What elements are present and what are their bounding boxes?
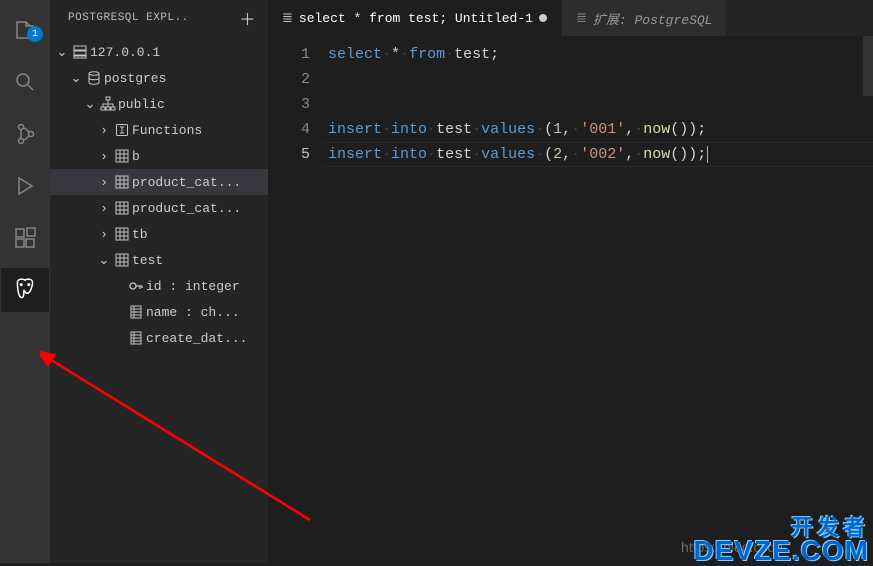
scroll-thumb[interactable] (863, 36, 873, 96)
tree-table[interactable]: › tb (50, 221, 268, 247)
chevron-down-icon: ⌄ (96, 253, 112, 268)
tree-schema[interactable]: ⌄ public (50, 91, 268, 117)
tree-table[interactable]: › product_cat... (50, 169, 268, 195)
table-icon (112, 174, 132, 190)
activity-bar: 1 (0, 0, 50, 563)
chevron-down-icon: ⌄ (82, 97, 98, 112)
sidebar: POSTGRESQL EXPL.. ＋ ⌄ 127.0.0.1 ⌄ postgr… (50, 0, 268, 563)
tab-active[interactable]: ≣ select * from test; Untitled-1 (268, 0, 562, 36)
editor-area: ≣ select * from test; Untitled-1 ≣ 扩展: P… (268, 0, 873, 563)
tree-label: Functions (132, 123, 202, 138)
database-icon (84, 70, 104, 86)
tab-label: select * from test; Untitled-1 (299, 11, 533, 26)
tree-label: postgres (104, 71, 166, 86)
functions-icon (112, 122, 132, 138)
tree-label: tb (132, 227, 148, 242)
line-number: 4 (268, 117, 310, 142)
tree-label: product_cat... (132, 201, 241, 216)
server-icon (70, 44, 90, 60)
code-content[interactable]: select·*·from·test; insert·into·test·val… (328, 42, 873, 563)
sidebar-title: POSTGRESQL EXPL.. (68, 12, 189, 24)
tree-label: id : integer (146, 279, 240, 294)
tree-table-expanded[interactable]: ⌄ test (50, 247, 268, 273)
tree-label: name : ch... (146, 305, 240, 320)
sidebar-header: POSTGRESQL EXPL.. ＋ (50, 0, 268, 35)
table-icon (112, 200, 132, 216)
tree-table[interactable]: › product_cat... (50, 195, 268, 221)
line-number: 1 (268, 42, 310, 67)
vertical-scrollbar[interactable] (863, 36, 873, 563)
explorer-tree: ⌄ 127.0.0.1 ⌄ postgres ⌄ public › Functi… (50, 35, 268, 563)
source-control-icon[interactable] (1, 112, 49, 156)
chevron-down-icon: ⌄ (54, 45, 70, 60)
tree-label: public (118, 97, 165, 112)
debug-icon[interactable] (1, 164, 49, 208)
chevron-right-icon: › (96, 123, 112, 138)
tree-database[interactable]: ⌄ postgres (50, 65, 268, 91)
schema-icon (98, 96, 118, 112)
key-icon (126, 278, 146, 294)
tab-preview[interactable]: ≣ 扩展: PostgreSQL (562, 0, 728, 36)
tree-label: 127.0.0.1 (90, 45, 160, 60)
chevron-right-icon: › (96, 149, 112, 164)
tree-label: product_cat... (132, 175, 241, 190)
editor-tabs: ≣ select * from test; Untitled-1 ≣ 扩展: P… (268, 0, 873, 36)
list-icon: ≣ (576, 11, 587, 26)
table-icon (112, 226, 132, 242)
table-icon (112, 252, 132, 268)
line-number: 2 (268, 67, 310, 92)
postgresql-icon[interactable] (1, 268, 49, 312)
explorer-icon[interactable]: 1 (1, 8, 49, 52)
tree-column[interactable]: id : integer (50, 273, 268, 299)
search-icon[interactable] (1, 60, 49, 104)
code-editor[interactable]: 1 2 3 4 5 select·*·from·test; insert·int… (268, 36, 873, 563)
column-icon (126, 330, 146, 346)
dirty-indicator-icon (539, 14, 547, 22)
line-number: 3 (268, 92, 310, 117)
column-icon (126, 304, 146, 320)
tree-host[interactable]: ⌄ 127.0.0.1 (50, 39, 268, 65)
tab-label: 扩展: PostgreSQL (593, 9, 713, 28)
chevron-right-icon: › (96, 201, 112, 216)
line-numbers: 1 2 3 4 5 (268, 42, 328, 563)
tree-label: create_dat... (146, 331, 247, 346)
watermark-brand: 开发者 DEVZE.COM (694, 518, 869, 563)
table-icon (112, 148, 132, 164)
chevron-right-icon: › (96, 175, 112, 190)
tree-column[interactable]: create_dat... (50, 325, 268, 351)
explorer-badge: 1 (27, 26, 43, 42)
chevron-right-icon: › (96, 227, 112, 242)
extensions-icon[interactable] (1, 216, 49, 260)
chevron-down-icon: ⌄ (68, 71, 84, 86)
tree-table[interactable]: › b (50, 143, 268, 169)
tree-column[interactable]: name : ch... (50, 299, 268, 325)
tree-functions[interactable]: › Functions (50, 117, 268, 143)
line-number: 5 (268, 142, 310, 167)
tree-label: test (132, 253, 163, 268)
text-cursor (707, 146, 708, 163)
list-icon: ≣ (282, 11, 293, 26)
add-connection-icon[interactable]: ＋ (239, 6, 256, 30)
tree-label: b (132, 149, 140, 164)
